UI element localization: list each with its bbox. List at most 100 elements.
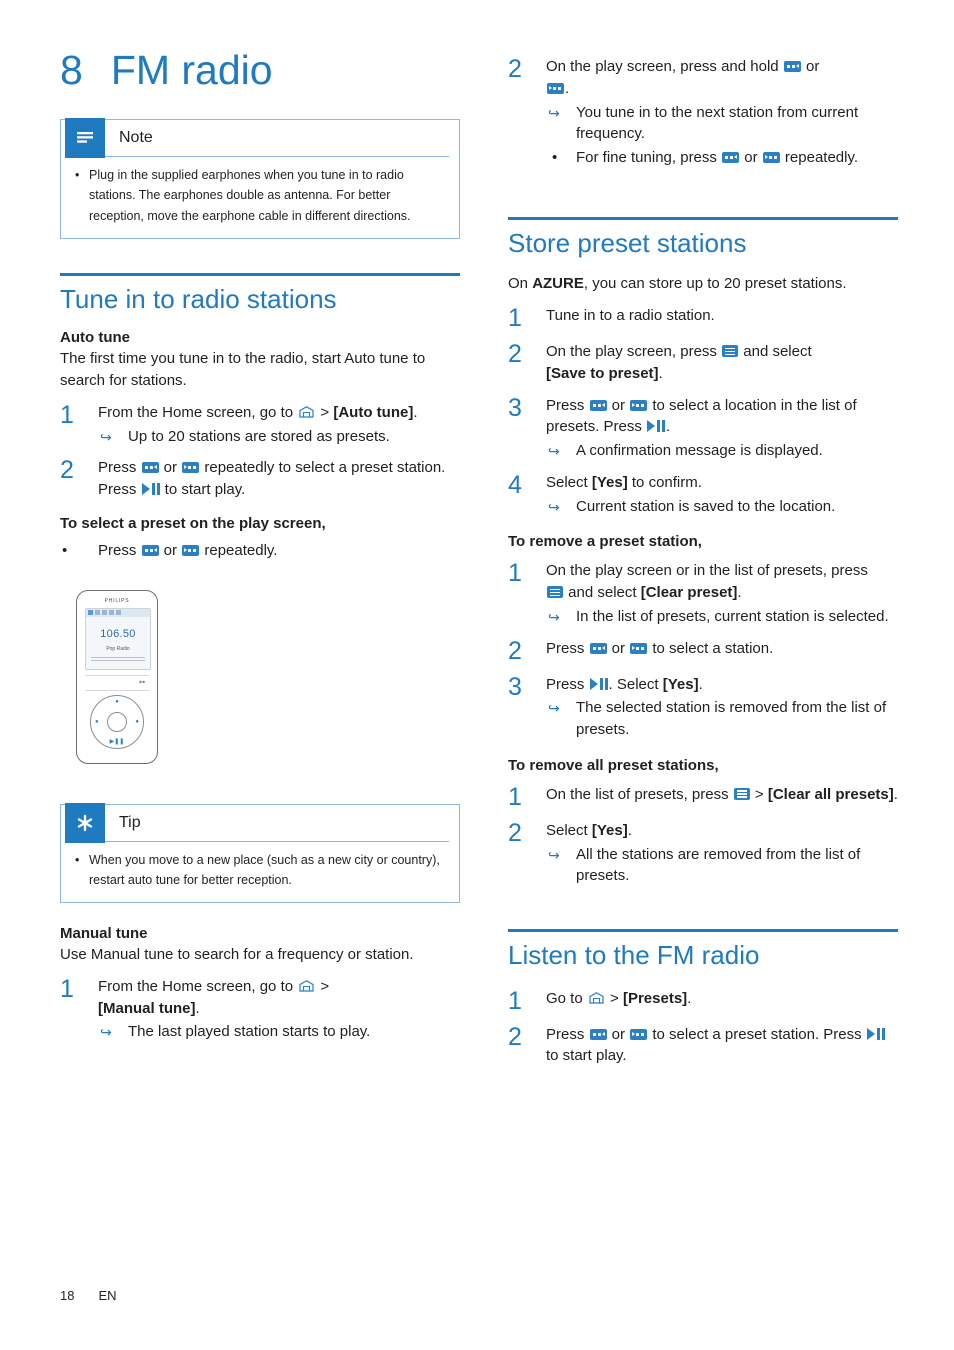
next-icon: [547, 82, 564, 94]
menu-icon: [733, 787, 750, 800]
step-result: ↪ All the stations are removed from the l…: [546, 844, 898, 888]
step-result: ↪ Current station is saved to the locatio…: [546, 496, 898, 518]
step-number: 2: [508, 818, 522, 847]
status-icon-2: [95, 610, 100, 616]
step-number: 1: [508, 782, 522, 811]
step-result-text: The selected station is removed from the…: [576, 699, 887, 738]
step-text-mid: to select a preset station. Press: [648, 1025, 866, 1043]
player-wheel: ● ● ● ▶❚❚: [90, 694, 144, 749]
step-result: ↪ The last played station starts to play.: [98, 1021, 460, 1043]
arrow-icon: ↪: [100, 428, 112, 445]
step-number: 3: [508, 393, 522, 422]
language-code: EN: [98, 1288, 117, 1303]
tip-item: When you move to a new place (such as a …: [75, 850, 445, 891]
section-rule: [508, 216, 898, 220]
arrow-icon: ↪: [548, 700, 560, 717]
status-icon-3: [102, 610, 107, 616]
step-number: 2: [508, 636, 522, 665]
arrow-icon: ↪: [100, 1024, 112, 1041]
player-station-label: Pop Radio: [106, 645, 130, 652]
store-preset-intro: On AZURE, you can store up to 20 preset …: [508, 273, 898, 295]
manual-tune-intro: Use Manual tune to search for a frequenc…: [60, 946, 414, 964]
subheading-remove-all: To remove all preset stations,: [508, 756, 719, 774]
step-text-end: .: [666, 418, 671, 436]
step-text-end: .: [565, 79, 570, 97]
remove-all-step-2: 2 Select [Yes]. ↪ All the stations are re…: [508, 820, 898, 887]
step-text-end: .: [195, 999, 200, 1017]
step-bold-option: [Yes]: [591, 821, 628, 839]
step-result-text: All the stations are removed from the li…: [576, 845, 861, 885]
bullet-text-or: or: [159, 541, 182, 559]
chapter-number: 8: [60, 47, 83, 93]
menu-icon: [547, 586, 563, 598]
step-sub-bullet: • For fine tuning, press or repeatedly.: [546, 147, 898, 169]
bullet-text-end: repeatedly.: [200, 541, 278, 559]
step-bold-option: [Clear preset]: [640, 584, 738, 601]
arrow-icon: ↪: [548, 608, 560, 625]
bullet-icon: •: [552, 149, 558, 166]
store-preset-step-4: 4 Select [Yes] to confirm. ↪ Current stat…: [508, 472, 898, 518]
page-number: 18: [60, 1288, 75, 1303]
step-text: On the list of presets, press: [546, 785, 733, 803]
step-result-text: In the list of presets, current station …: [576, 607, 889, 625]
previous-icon: [141, 462, 159, 474]
play-pause-icon: [589, 677, 608, 690]
step-number: 2: [508, 1022, 522, 1051]
subheading-manual-tune: Manual tune: [60, 925, 148, 943]
step-text: Select: [546, 473, 592, 491]
wheel-up-icon: ●: [115, 698, 119, 705]
note-icon: [65, 118, 105, 159]
subheading-auto-tune: Auto tune: [60, 329, 130, 347]
listen-step-2: 2 Press or to select a preset station. P…: [508, 1024, 898, 1068]
step-text: From the Home screen, go to: [98, 977, 298, 995]
auto-tune-intro: The first time you tune in to the radio,…: [60, 350, 426, 390]
previous-icon: [783, 61, 801, 72]
wheel-left-icon: ●: [95, 718, 99, 725]
step-number: 1: [508, 986, 522, 1015]
arrow-icon: ↪: [548, 498, 560, 515]
subheading-remove-preset: To remove a preset station,: [508, 533, 702, 551]
remove-preset-step-3: 3 Press . Select [Yes]. ↪ The selected st…: [508, 674, 898, 741]
tip-header: Tip: [61, 802, 459, 843]
step-text-end: to start play.: [546, 1047, 627, 1065]
step-bold-option: [Save to preset]: [546, 364, 659, 382]
step-text-end: .: [658, 364, 663, 382]
note-body: Plug in the supplied earphones when you …: [61, 157, 459, 238]
remove-preset-step-2: 2 Press or to select a station.: [508, 638, 898, 664]
step-result-text: The last played station starts to play.: [128, 1023, 371, 1041]
intro-bold: AZURE: [532, 275, 584, 293]
step-result: ↪ The selected station is removed from th…: [546, 697, 898, 741]
right-column: 2 On the play screen, press and hold or …: [508, 56, 898, 1067]
step-number: 2: [508, 55, 522, 83]
previous-icon: [589, 642, 607, 654]
auto-tune-step-1: 1 From the Home screen, go to > [Auto tu…: [60, 402, 460, 448]
manual-page: 8 FM radio Note Plug in the supplied earp…: [0, 0, 954, 1350]
sub-bullet-or: or: [740, 149, 762, 166]
step-text-end: .: [413, 403, 418, 421]
step-text-end: .: [698, 675, 703, 693]
step-text-or: or: [801, 58, 820, 75]
next-icon: [182, 462, 200, 474]
step-text: Press: [98, 459, 141, 477]
step-text-end: to confirm.: [627, 473, 702, 491]
step-result-text: A confirmation message is displayed.: [576, 442, 823, 459]
player-statusbar: [86, 608, 150, 617]
step-text-end: .: [687, 989, 692, 1007]
step-bold-option: [Yes]: [662, 675, 699, 693]
step-number: 1: [60, 400, 74, 429]
step-result: ↪ Up to 20 stations are stored as presets…: [98, 426, 460, 448]
play-pause-icon: [647, 420, 666, 433]
step-text-end: .: [737, 584, 742, 601]
tip-title: Tip: [119, 813, 141, 831]
step-result-text: You tune in to the next station from cur…: [576, 103, 859, 143]
remove-preset-step-1: 1 On the play screen or in the list of p…: [508, 560, 898, 627]
step-text: From the Home screen, go to: [98, 403, 298, 421]
next-icon: [182, 544, 200, 556]
step-text-sep: >: [605, 989, 623, 1007]
next-icon: [630, 399, 648, 411]
step-text-or: or: [159, 459, 182, 477]
note-callout: Note Plug in the supplied earphones when…: [60, 118, 460, 239]
auto-tune-step-2: 2 Press or repeatedly to select a preset…: [60, 457, 460, 501]
player-figure: PHILIPS 106.50 Pop Radio ▶■ ● ● ● ▶❚❚: [76, 589, 158, 764]
section-rule: [508, 929, 898, 932]
